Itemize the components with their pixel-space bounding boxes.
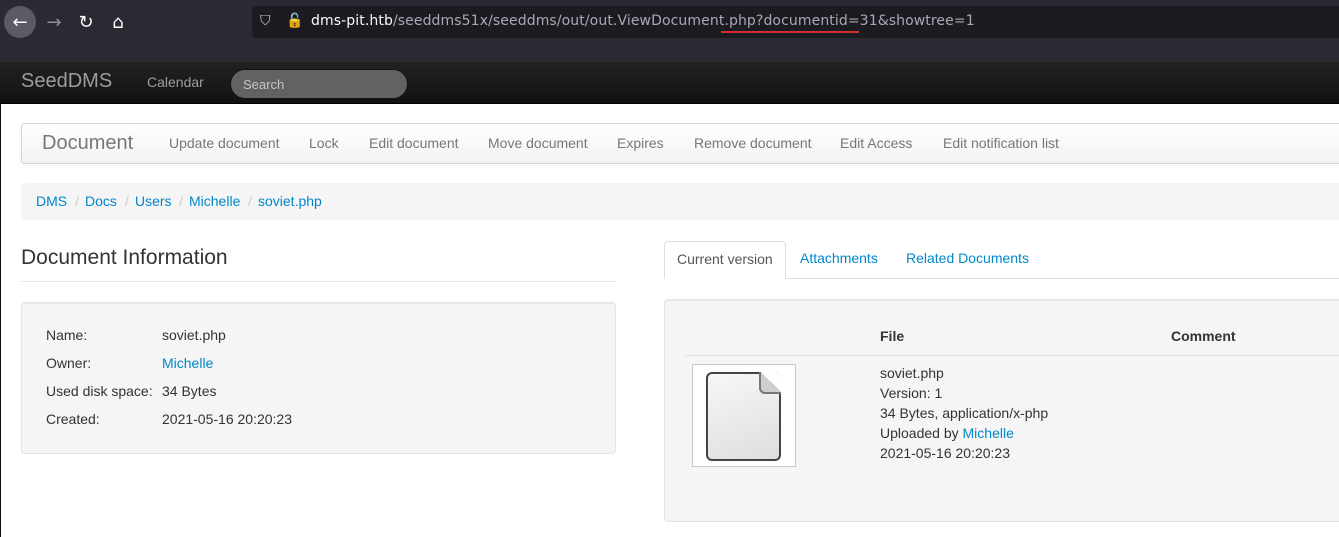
lock-link[interactable]: Lock — [309, 135, 339, 151]
breadcrumb: DMS / Docs / Users / Michelle / soviet.p… — [21, 183, 1339, 220]
created-value: 2021-05-16 20:20:23 — [162, 411, 292, 427]
move-document-link[interactable]: Move document — [488, 135, 588, 151]
document-information-heading: Document Information — [21, 246, 228, 269]
breadcrumb-separator: / — [125, 193, 129, 209]
uploader-link[interactable]: Michelle — [963, 425, 1014, 441]
file-name: soviet.php — [880, 365, 944, 381]
upload-date: 2021-05-16 20:20:23 — [880, 445, 1010, 461]
page-left-edge — [0, 104, 1, 537]
current-version-panel: File Comment soviet.php Version: 1 34 By… — [664, 299, 1339, 522]
file-icon — [706, 372, 781, 461]
expires-link[interactable]: Expires — [617, 135, 664, 151]
file-column-header: File — [880, 328, 905, 344]
update-document-link[interactable]: Update document — [169, 135, 280, 151]
version-number: Version: 1 — [880, 385, 943, 401]
document-thumbnail[interactable] — [692, 364, 796, 467]
breadcrumb-dms[interactable]: DMS — [36, 193, 67, 209]
edit-access-link[interactable]: Edit Access — [840, 135, 912, 151]
breadcrumb-separator: / — [75, 193, 79, 209]
name-label: Name: — [46, 327, 88, 343]
remove-document-link[interactable]: Remove document — [694, 135, 812, 151]
edit-document-link[interactable]: Edit document — [369, 135, 459, 151]
uploaded-by-prefix: Uploaded by — [880, 425, 959, 441]
uploaded-by: Uploaded by Michelle — [880, 425, 1014, 441]
disk-space-label: Used disk space: — [46, 383, 153, 399]
app-navbar: SeedDMS Calendar — [0, 62, 1339, 104]
owner-label: Owner: — [46, 355, 92, 371]
url-text[interactable]: dms-pit.htb/seeddms51x/seeddms/out/out.V… — [311, 13, 975, 29]
breadcrumb-separator: / — [248, 193, 252, 209]
disk-space-value: 34 Bytes — [162, 383, 217, 399]
document-info-panel: Name: soviet.php Owner: Michelle Used di… — [21, 302, 616, 454]
tracking-shield-icon[interactable]: ⛉ — [260, 13, 274, 30]
breadcrumb-michelle[interactable]: Michelle — [189, 193, 240, 209]
breadcrumb-soviet-php[interactable]: soviet.php — [258, 193, 322, 209]
nav-calendar-link[interactable]: Calendar — [147, 74, 204, 90]
forward-arrow-icon[interactable]: → — [38, 6, 70, 38]
edit-notification-list-link[interactable]: Edit notification list — [943, 135, 1059, 151]
owner-link[interactable]: Michelle — [162, 355, 213, 371]
back-arrow-icon[interactable]: ← — [4, 6, 36, 38]
url-path: /seeddms51x/seeddms/out/out.ViewDocument… — [392, 13, 975, 29]
url-host: dms-pit.htb — [311, 13, 393, 29]
breadcrumb-separator: / — [179, 193, 183, 209]
brand-logo[interactable]: SeedDMS — [21, 70, 112, 93]
name-value: soviet.php — [162, 327, 226, 343]
toolbar-title: Document — [42, 132, 134, 154]
comment-column-header: Comment — [1171, 328, 1236, 344]
created-label: Created: — [46, 411, 100, 427]
breadcrumb-users[interactable]: Users — [135, 193, 172, 209]
reload-icon[interactable]: ↻ — [70, 6, 102, 38]
tab-current-version[interactable]: Current version — [664, 241, 786, 279]
url-highlight-underline — [721, 31, 859, 33]
document-toolbar: Document Update document Lock Edit docum… — [21, 123, 1339, 164]
tab-attachments[interactable]: Attachments — [788, 241, 890, 279]
table-row-divider — [685, 355, 1339, 356]
breadcrumb-docs[interactable]: Docs — [85, 193, 117, 209]
search-input[interactable] — [230, 69, 408, 99]
browser-toolbar: ← → ↻ ⌂ ⛉ 🔓 dms-pit.htb/seeddms51x/seedd… — [0, 0, 1339, 62]
home-icon[interactable]: ⌂ — [102, 6, 134, 38]
section-divider — [21, 281, 616, 282]
file-size-type: 34 Bytes, application/x-php — [880, 405, 1049, 421]
insecure-lock-icon[interactable]: 🔓 — [286, 13, 303, 30]
address-bar[interactable]: ⛉ 🔓 dms-pit.htb/seeddms51x/seeddms/out/o… — [252, 6, 1339, 38]
tab-related-documents[interactable]: Related Documents — [894, 241, 1041, 279]
